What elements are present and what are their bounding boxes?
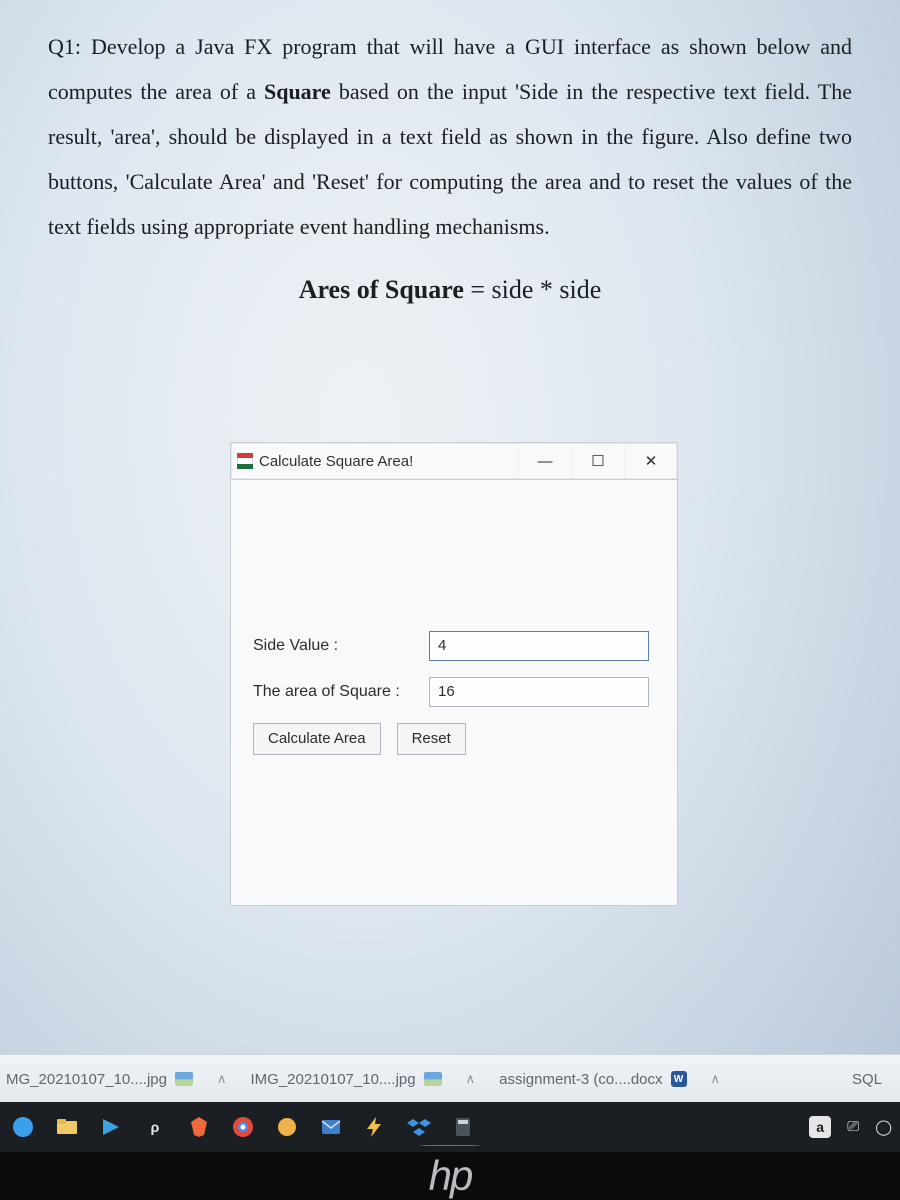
side-input[interactable] (429, 631, 649, 661)
download-item[interactable]: IMG_20210107_10....jpg (250, 1071, 441, 1088)
chevron-up-icon[interactable]: ∧ (217, 1071, 227, 1087)
question-prefix: Q1: (48, 34, 91, 59)
taskbar-app-icon[interactable] (448, 1112, 478, 1142)
side-label: Side Value : (253, 637, 413, 655)
taskbar-app-icon[interactable]: ρ (140, 1112, 170, 1142)
window-body: Side Value : The area of Square : Calcul… (230, 480, 678, 906)
close-button[interactable]: ✕ (624, 443, 677, 479)
image-file-icon (175, 1072, 193, 1086)
taskbar-app-icon[interactable] (272, 1112, 302, 1142)
download-item[interactable]: assignment-3 (co....docx W (499, 1071, 686, 1088)
formula-rhs: side * side (492, 275, 602, 304)
taskbar-app-icon[interactable] (316, 1112, 346, 1142)
titlebar[interactable]: Calculate Square Area! — ☐ ✕ (230, 442, 678, 480)
download-filename: MG_20210107_10....jpg (6, 1071, 167, 1088)
folder-icon (55, 1115, 79, 1139)
taskbar-app-icon[interactable] (8, 1112, 38, 1142)
button-row: Calculate Area Reset (253, 723, 655, 755)
formula-eq: = (470, 275, 491, 304)
dropbox-icon (407, 1115, 431, 1139)
vscode-icon (99, 1115, 123, 1139)
mail-icon (319, 1115, 343, 1139)
taskbar-app-icon[interactable] (184, 1112, 214, 1142)
minimize-button[interactable]: — (518, 443, 571, 479)
image-file-icon (424, 1072, 442, 1086)
lightning-icon (363, 1115, 387, 1139)
reset-button[interactable]: Reset (397, 723, 466, 755)
tray-circle-icon[interactable]: ◯ (875, 1118, 892, 1137)
edge-icon (11, 1115, 35, 1139)
calculate-area-button[interactable]: Calculate Area (253, 723, 381, 755)
side-row: Side Value : (253, 631, 655, 661)
maximize-button[interactable]: ☐ (571, 443, 624, 479)
download-filename: IMG_20210107_10....jpg (250, 1071, 415, 1088)
taskbar-app-icon[interactable] (52, 1112, 82, 1142)
taskbar-app-icon[interactable] (96, 1112, 126, 1142)
taskbar-tray: a ⎚ ◯ (809, 1116, 892, 1138)
tray-ime-icon[interactable]: a (809, 1116, 831, 1138)
calculator-icon (451, 1115, 475, 1139)
generic-app-icon (275, 1115, 299, 1139)
formula: Ares of Square = side * side (48, 263, 852, 316)
taskbar-app-icon[interactable] (360, 1112, 390, 1142)
area-output[interactable] (429, 677, 649, 707)
brave-icon (187, 1115, 211, 1139)
taskbar-app-icon[interactable] (404, 1112, 434, 1142)
question-bold-square: Square (264, 79, 331, 104)
area-row: The area of Square : (253, 677, 655, 707)
download-filename: assignment-3 (co....docx (499, 1071, 662, 1088)
taskbar-app-icon[interactable] (228, 1112, 258, 1142)
question-text: Q1: Develop a Java FX program that will … (0, 12, 900, 317)
chrome-icon (231, 1115, 255, 1139)
gui-mock-window: Calculate Square Area! — ☐ ✕ Side Value … (230, 442, 678, 906)
app-icon (237, 453, 253, 469)
browser-download-shelf: MG_20210107_10....jpg ∧ IMG_20210107_10.… (0, 1054, 900, 1104)
download-filename: SQL (852, 1071, 882, 1088)
download-item[interactable]: SQL (852, 1071, 894, 1088)
laptop-bezel: hp (0, 1152, 900, 1200)
area-label: The area of Square : (253, 683, 413, 701)
formula-lhs: Ares of Square (299, 275, 464, 304)
chevron-up-icon[interactable]: ∧ (466, 1071, 476, 1087)
hp-logo: hp (429, 1152, 472, 1200)
chevron-up-icon[interactable]: ∧ (711, 1071, 721, 1087)
app-glyph: ρ (151, 1119, 160, 1135)
window-title: Calculate Square Area! (259, 453, 518, 470)
tray-touchpad-icon[interactable]: ⎚ (847, 1118, 859, 1136)
word-file-icon: W (671, 1071, 687, 1087)
download-item[interactable]: MG_20210107_10....jpg (6, 1071, 193, 1088)
